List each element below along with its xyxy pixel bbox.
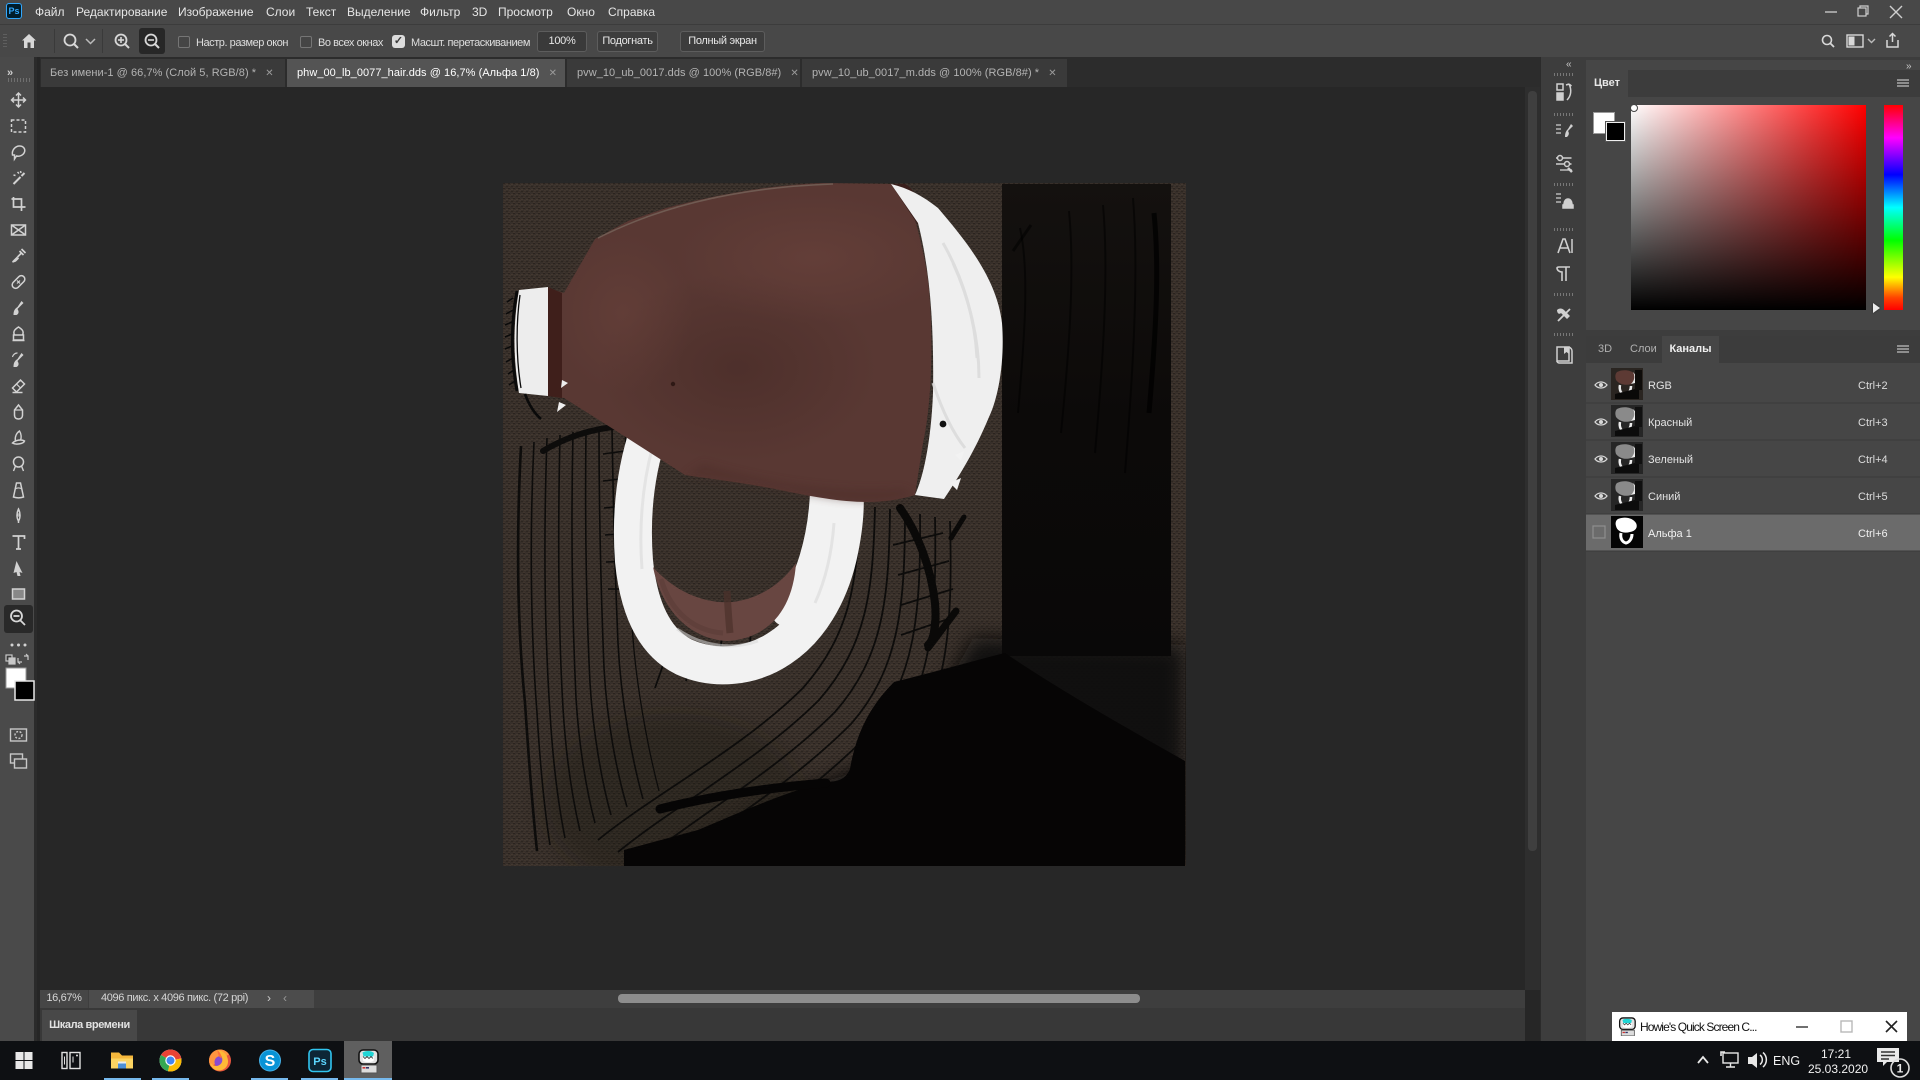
- svg-text:S: S: [265, 1053, 276, 1070]
- svg-text:ENG: ENG: [1773, 1054, 1800, 1068]
- svg-text:Ctrl+6: Ctrl+6: [1858, 528, 1888, 540]
- svg-text:Ctrl+3: Ctrl+3: [1858, 417, 1888, 429]
- svg-text:17:21: 17:21: [1821, 1047, 1851, 1061]
- svg-text:Ctrl+2: Ctrl+2: [1858, 380, 1888, 392]
- svg-text:Альфа 1: Альфа 1: [1648, 528, 1692, 540]
- svg-text:Ctrl+5: Ctrl+5: [1858, 491, 1888, 503]
- svg-text:Синий: Синий: [1648, 491, 1680, 503]
- svg-text:Ctrl+4: Ctrl+4: [1858, 454, 1888, 466]
- svg-text:Красный: Красный: [1648, 417, 1692, 429]
- svg-text:Зеленый: Зеленый: [1648, 454, 1693, 466]
- svg-text:1: 1: [1897, 1062, 1904, 1076]
- svg-text:RGB: RGB: [1648, 380, 1672, 392]
- svg-text:25.03.2020: 25.03.2020: [1808, 1062, 1868, 1076]
- svg-text:Ps: Ps: [313, 1056, 326, 1068]
